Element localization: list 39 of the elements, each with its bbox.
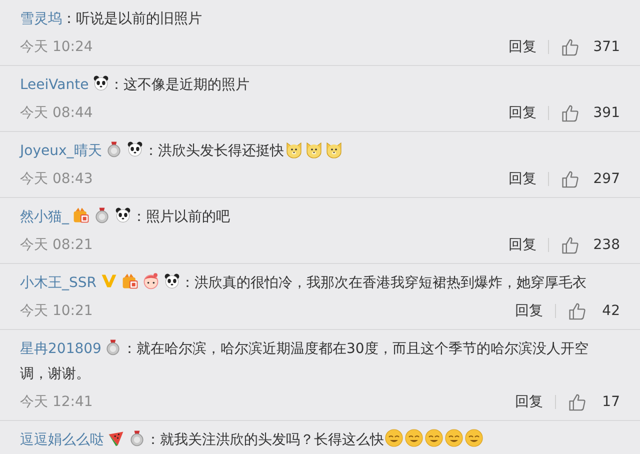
commenter-name[interactable]: 逗逗娟么么哒 [20,432,104,448]
like-count: 238 [593,237,620,253]
comment-time: 今天 08:43 [20,170,93,188]
reply-link[interactable]: 回复 [508,236,536,254]
like-count: 297 [593,171,620,187]
thumbs-up-icon[interactable] [568,302,586,320]
like-count: 42 [601,303,620,319]
commenter-name[interactable]: LeeiVante [20,77,89,93]
comment-time: 今天 10:24 [20,38,93,56]
reply-link[interactable]: 回复 [508,38,536,56]
thumbs-up-icon[interactable] [568,393,586,411]
comment-time: 今天 08:44 [20,104,93,122]
commenter-name[interactable]: Joyeux_晴天 [20,143,102,159]
like-count: 17 [601,394,620,410]
thumbs-up-icon[interactable] [561,104,580,122]
commenter-name[interactable]: 星冉201809 [20,341,102,357]
reply-link[interactable]: 回复 [515,393,543,411]
like-count: 391 [593,105,620,121]
reply-link[interactable]: 回复 [508,170,536,188]
comment-text: ：就我关注洪欣的头发吗？长得这么快 [146,432,384,448]
commenter-name[interactable]: 小木王_SSR [20,275,97,291]
like-count: 371 [593,39,620,55]
reply-link[interactable]: 回复 [515,302,543,320]
commenter-name[interactable]: 雪灵坞 [20,11,62,27]
comment-text: ：照片以前的吧 [132,209,230,225]
comment-time: 今天 10:21 [20,302,93,320]
comment-text: ：洪欣头发长得还挺快 [144,143,284,159]
thumbs-up-icon[interactable] [561,170,580,188]
comment-text: ：就在哈尔滨，哈尔滨近期温度都在30度，而且这个季节的哈尔滨没人开空 [122,341,588,357]
comment-time: 今天 12:41 [20,393,93,411]
commenter-name[interactable]: 然小猫_ [20,209,69,225]
comment-text: 调，谢谢。 [20,365,90,384]
thumbs-up-icon[interactable] [561,38,580,56]
comment-text: ：这不像是近期的照片 [110,77,250,93]
comment-text: ：洪欣真的很怕冷，我那次在香港我穿短裙热到爆炸，她穿厚毛衣 [180,275,587,291]
comment-time: 今天 08:21 [20,236,93,254]
comment-text: ：听说是以前的旧照片 [62,11,202,27]
reply-link[interactable]: 回复 [508,104,536,122]
thumbs-up-icon[interactable] [561,236,580,254]
